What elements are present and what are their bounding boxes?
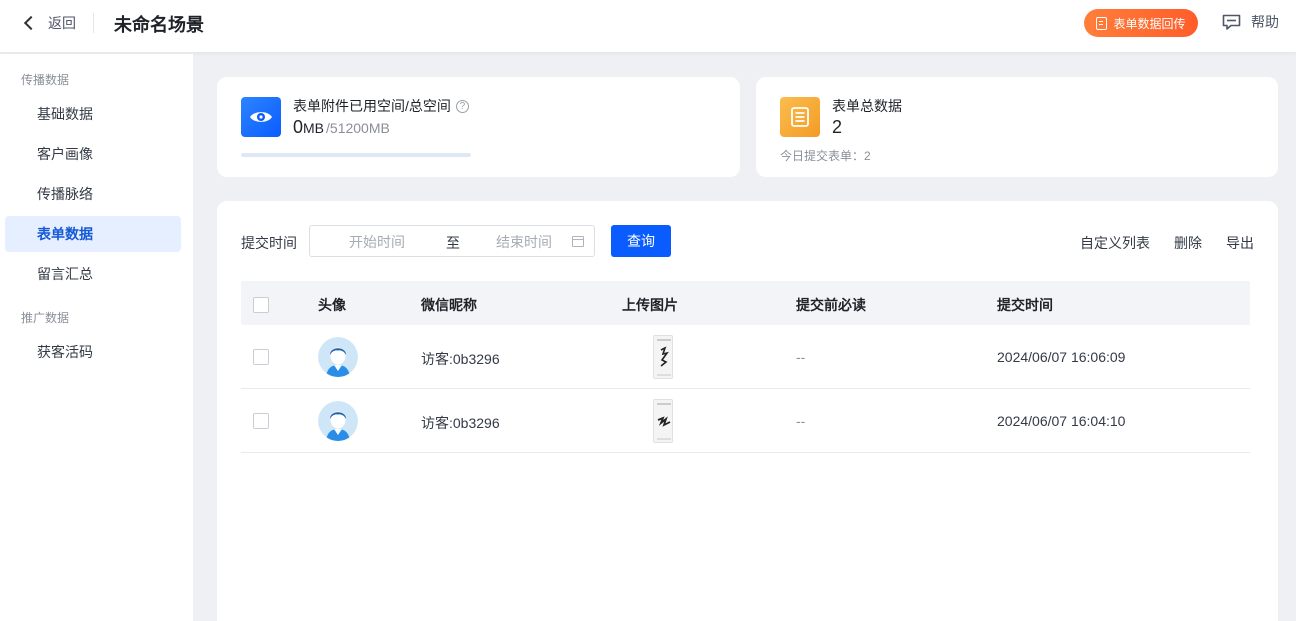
sidebar-item-form-data[interactable]: 表单数据 xyxy=(5,216,181,252)
back-label: 返回 xyxy=(48,15,76,31)
sidebar-group-promotion-data: 推广数据 xyxy=(21,311,70,325)
today-submitted-note: 今日提交表单：2 xyxy=(780,149,871,163)
column-header-must-read: 提交前必读 xyxy=(796,297,866,313)
query-button[interactable]: 查询 xyxy=(611,225,671,257)
document-icon xyxy=(1096,16,1108,30)
table-header: 头像 微信昵称 上传图片 提交前必读 提交时间 xyxy=(241,281,1250,325)
row-checkbox[interactable] xyxy=(253,413,269,429)
header-divider xyxy=(93,13,94,33)
form-data-panel: 提交时间 至 查询 自定义列表 删除 导出 头像 微信昵称 上传图片 提交前必读… xyxy=(217,201,1278,621)
storage-progress-bar xyxy=(241,153,471,157)
form-data-upload-back-button[interactable]: 表单数据回传 xyxy=(1084,9,1198,37)
start-date-input[interactable] xyxy=(322,232,432,252)
sidebar-item-customer-profile[interactable]: 客户画像 xyxy=(5,136,181,172)
upload-back-label: 表单数据回传 xyxy=(1113,16,1186,31)
uploaded-image-thumbnail[interactable] xyxy=(653,399,673,443)
submit-time-cell: 2024/06/07 16:06:09 xyxy=(997,349,1126,365)
table-row: 访客:0b3296 -- 2024/06/07 16:06:09 xyxy=(241,325,1250,389)
help-label: 帮助 xyxy=(1251,14,1279,30)
nickname-cell: 访客:0b3296 xyxy=(421,415,500,431)
storage-used-value: 0 xyxy=(293,117,304,137)
column-header-submit-time: 提交时间 xyxy=(997,297,1053,313)
date-range-picker[interactable]: 至 xyxy=(309,225,595,257)
form-data-table: 头像 微信昵称 上传图片 提交前必读 提交时间 访客:0b3296 -- 202… xyxy=(241,281,1250,453)
form-total-value: 2 xyxy=(832,117,843,137)
sidebar-item-message-summary[interactable]: 留言汇总 xyxy=(5,256,181,292)
avatar xyxy=(318,401,358,441)
calendar-icon xyxy=(572,236,584,247)
form-total-card: 表单总数据 2 今日提交表单：2 xyxy=(756,77,1278,177)
sidebar-item-acquisition-code[interactable]: 获客活码 xyxy=(5,334,181,370)
date-range-separator: 至 xyxy=(446,235,460,251)
avatar xyxy=(318,337,358,377)
form-total-label: 表单总数据 xyxy=(832,98,902,114)
column-header-uploaded-image: 上传图片 xyxy=(622,297,678,313)
delete-button[interactable]: 删除 xyxy=(1174,233,1202,253)
storage-label: 表单附件已用空间/总空间 xyxy=(293,98,451,114)
custom-columns-button[interactable]: 自定义列表 xyxy=(1080,233,1150,253)
sidebar-group-spread-data: 传播数据 xyxy=(21,73,70,87)
sidebar-item-basic-data[interactable]: 基础数据 xyxy=(5,96,181,132)
list-icon xyxy=(780,97,820,137)
question-icon[interactable]: ? xyxy=(455,99,469,113)
sidebar-item-spread-path[interactable]: 传播脉络 xyxy=(5,176,181,212)
table-row: 访客:0b3296 -- 2024/06/07 16:04:10 xyxy=(241,389,1250,453)
back-button[interactable]: 返回 xyxy=(22,12,76,34)
storage-used-unit: MB xyxy=(303,120,325,136)
storage-label-wrap: 表单附件已用空间/总空间 ? xyxy=(293,96,469,116)
must-read-cell: -- xyxy=(796,413,806,429)
end-date-input[interactable] xyxy=(469,232,579,252)
submit-time-cell: 2024/06/07 16:04:10 xyxy=(997,413,1126,429)
sidebar: 传播数据 基础数据 客户画像 传播脉络 表单数据 留言汇总 推广数据 获客活码 xyxy=(0,54,193,621)
export-button[interactable]: 导出 xyxy=(1226,233,1254,253)
must-read-cell: -- xyxy=(796,349,806,365)
storage-card: 表单附件已用空间/总空间 ? 0MB/51200MB xyxy=(217,77,740,177)
page-title: 未命名场景 xyxy=(114,15,204,35)
help-button[interactable]: 帮助 xyxy=(1222,12,1279,32)
top-bar: 返回 未命名场景 表单数据回传 帮助 xyxy=(0,0,1296,53)
nickname-cell: 访客:0b3296 xyxy=(421,351,500,367)
select-all-checkbox[interactable] xyxy=(253,297,269,313)
row-checkbox[interactable] xyxy=(253,349,269,365)
storage-total: /51200MB xyxy=(326,120,390,136)
uploaded-image-thumbnail[interactable] xyxy=(653,335,673,379)
eye-icon xyxy=(241,97,281,137)
chevron-left-icon xyxy=(23,15,39,31)
column-header-avatar: 头像 xyxy=(318,297,346,313)
column-header-nickname: 微信昵称 xyxy=(421,297,477,313)
submit-time-filter-label: 提交时间 xyxy=(241,235,297,251)
storage-value: 0MB/51200MB xyxy=(293,117,390,138)
help-chat-icon xyxy=(1222,14,1241,30)
